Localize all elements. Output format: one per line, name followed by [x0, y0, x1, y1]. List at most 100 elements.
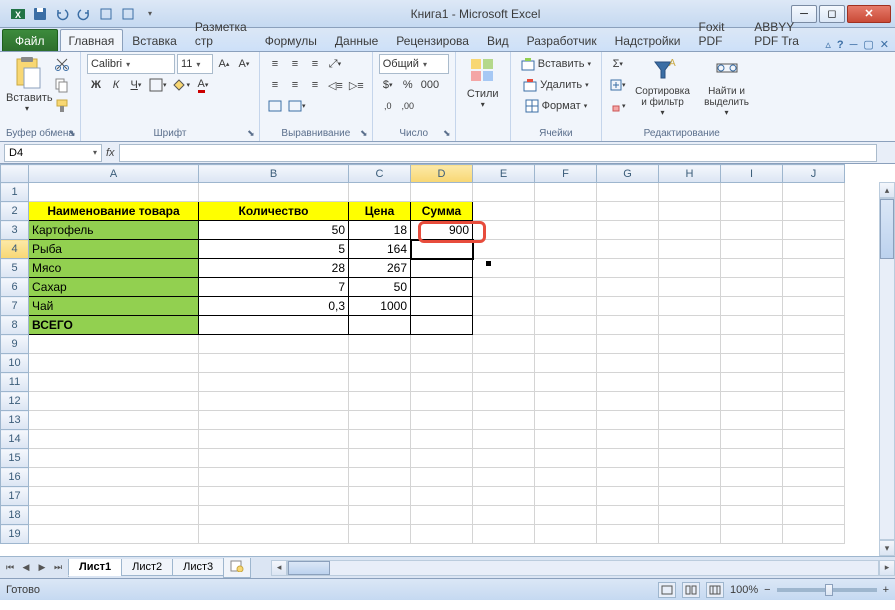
- redo-icon[interactable]: [74, 4, 94, 24]
- select-all-corner[interactable]: [1, 165, 29, 183]
- cell[interactable]: [473, 506, 535, 525]
- cell[interactable]: [411, 411, 473, 430]
- launcher-icon[interactable]: ⬊: [245, 127, 257, 139]
- cell[interactable]: [535, 202, 597, 221]
- doc-minimize-icon[interactable]: ─: [850, 39, 858, 51]
- row-header[interactable]: 13: [1, 411, 29, 430]
- cell[interactable]: [783, 354, 845, 373]
- italic-button[interactable]: К: [107, 75, 125, 95]
- cell[interactable]: [349, 430, 411, 449]
- cell[interactable]: [199, 183, 349, 202]
- launcher-icon[interactable]: ⬊: [66, 127, 78, 139]
- row-header[interactable]: 4: [1, 240, 29, 259]
- cell[interactable]: [349, 392, 411, 411]
- paste-button[interactable]: Вставить ▾: [6, 54, 48, 113]
- tab-abbyy[interactable]: ABBYY PDF Tra: [745, 15, 825, 51]
- cell[interactable]: [597, 259, 659, 278]
- cell[interactable]: [721, 316, 783, 335]
- cell[interactable]: [535, 183, 597, 202]
- tab-insert[interactable]: Вставка: [123, 29, 186, 51]
- cell[interactable]: [659, 335, 721, 354]
- cell[interactable]: [597, 373, 659, 392]
- cell[interactable]: [411, 259, 473, 278]
- cell[interactable]: [535, 335, 597, 354]
- cell[interactable]: [29, 506, 199, 525]
- cell[interactable]: [473, 354, 535, 373]
- cell[interactable]: [411, 373, 473, 392]
- cell[interactable]: [597, 411, 659, 430]
- find-select-button[interactable]: Найти и выделить ▾: [698, 54, 756, 117]
- cell[interactable]: [535, 373, 597, 392]
- cell[interactable]: [783, 259, 845, 278]
- cell[interactable]: [659, 354, 721, 373]
- next-sheet-icon[interactable]: ▶: [34, 559, 50, 577]
- row-header[interactable]: 7: [1, 297, 29, 316]
- cell[interactable]: [597, 525, 659, 544]
- row-header[interactable]: 6: [1, 278, 29, 297]
- cell[interactable]: 50: [199, 221, 349, 240]
- align-right-icon[interactable]: ≡: [306, 75, 324, 95]
- tab-review[interactable]: Рецензирова: [387, 29, 478, 51]
- row-header[interactable]: 2: [1, 202, 29, 221]
- qat-dropdown-icon[interactable]: ▾: [140, 4, 160, 24]
- cell[interactable]: Цена: [349, 202, 411, 221]
- grow-font-icon[interactable]: A▴: [215, 54, 233, 74]
- row-header[interactable]: 15: [1, 449, 29, 468]
- cell[interactable]: [411, 278, 473, 297]
- cell[interactable]: [473, 335, 535, 354]
- decrease-indent-icon[interactable]: ◁≡: [326, 75, 345, 95]
- cell[interactable]: [473, 468, 535, 487]
- cell[interactable]: [597, 202, 659, 221]
- column-header[interactable]: C: [349, 165, 411, 183]
- cell[interactable]: [721, 183, 783, 202]
- cell[interactable]: [721, 506, 783, 525]
- shrink-font-icon[interactable]: A▾: [235, 54, 253, 74]
- cell[interactable]: [473, 373, 535, 392]
- name-box[interactable]: D4▾: [4, 144, 102, 162]
- cell[interactable]: [597, 278, 659, 297]
- cell[interactable]: [783, 221, 845, 240]
- cell[interactable]: [721, 411, 783, 430]
- cell[interactable]: [721, 392, 783, 411]
- cell[interactable]: [721, 240, 783, 259]
- cell[interactable]: [597, 449, 659, 468]
- cell[interactable]: 50: [349, 278, 411, 297]
- column-header[interactable]: E: [473, 165, 535, 183]
- cell[interactable]: [199, 506, 349, 525]
- cell[interactable]: [199, 354, 349, 373]
- cell[interactable]: [597, 316, 659, 335]
- zoom-out-icon[interactable]: −: [764, 584, 770, 596]
- cell[interactable]: [535, 506, 597, 525]
- cell[interactable]: [199, 487, 349, 506]
- clear-icon[interactable]: ▾: [608, 96, 628, 116]
- row-header[interactable]: 14: [1, 430, 29, 449]
- close-button[interactable]: ✕: [847, 5, 891, 23]
- cell[interactable]: [659, 392, 721, 411]
- column-header[interactable]: A: [29, 165, 199, 183]
- cell[interactable]: [411, 468, 473, 487]
- cell[interactable]: [783, 468, 845, 487]
- fill-color-icon[interactable]: ▾: [170, 75, 192, 95]
- column-header[interactable]: G: [597, 165, 659, 183]
- cell[interactable]: [783, 183, 845, 202]
- tab-data[interactable]: Данные: [326, 29, 387, 51]
- cell[interactable]: [349, 354, 411, 373]
- scroll-left-icon[interactable]: ◂: [271, 560, 287, 576]
- wrap-text-icon[interactable]: [266, 96, 284, 116]
- border-icon[interactable]: ▾: [147, 75, 169, 95]
- cell[interactable]: [535, 316, 597, 335]
- prev-sheet-icon[interactable]: ◀: [18, 559, 34, 577]
- horizontal-scrollbar[interactable]: ◂ ▸: [271, 560, 895, 576]
- currency-icon[interactable]: $▾: [379, 75, 397, 95]
- cell[interactable]: [721, 468, 783, 487]
- cell[interactable]: [349, 525, 411, 544]
- cell[interactable]: [659, 506, 721, 525]
- cell[interactable]: [29, 487, 199, 506]
- cell[interactable]: [721, 525, 783, 544]
- row-header[interactable]: 5: [1, 259, 29, 278]
- cell[interactable]: [783, 525, 845, 544]
- cell[interactable]: [659, 221, 721, 240]
- cell[interactable]: 267: [349, 259, 411, 278]
- cell[interactable]: [721, 335, 783, 354]
- increase-indent-icon[interactable]: ▷≡: [347, 75, 366, 95]
